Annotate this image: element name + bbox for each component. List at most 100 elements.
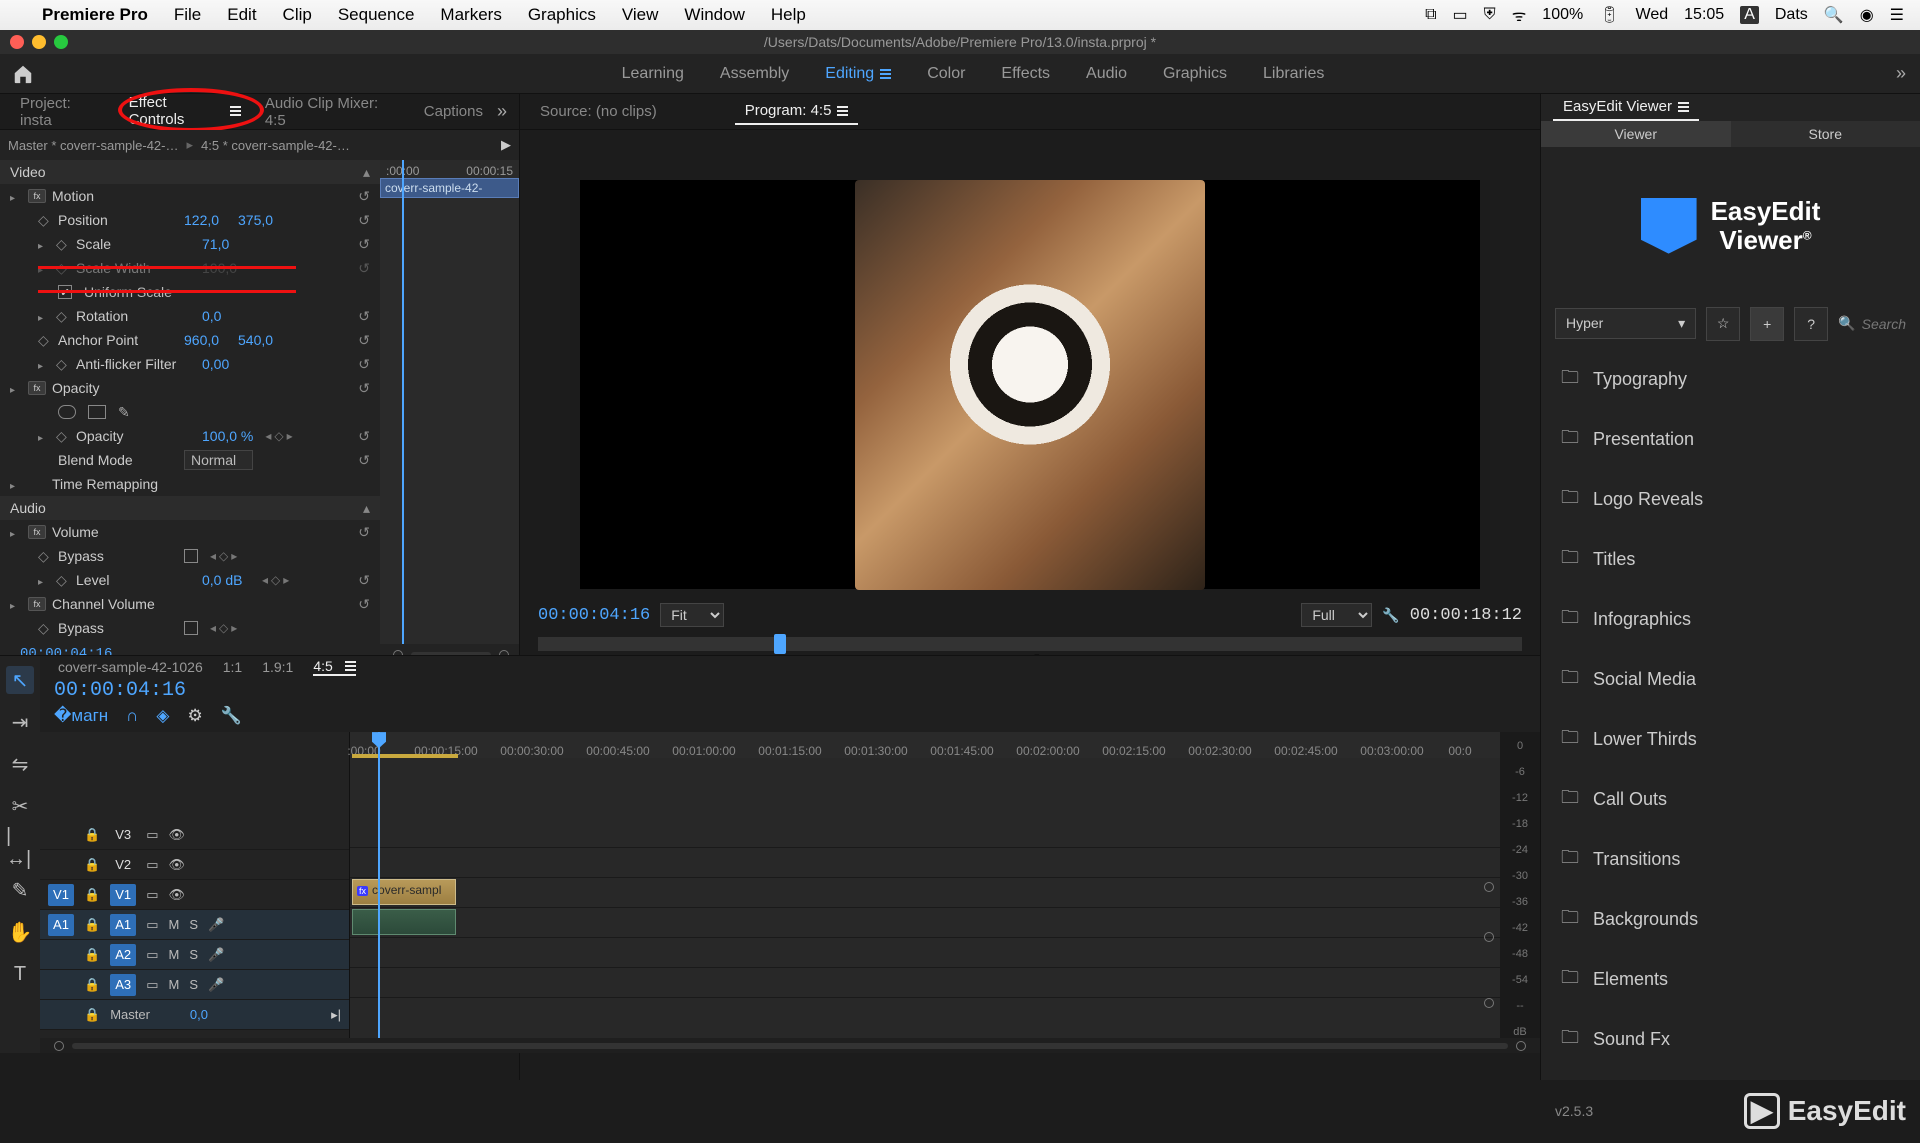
keyboard-lang[interactable]: A bbox=[1740, 6, 1759, 24]
cat-elements[interactable]: 🗀Elements bbox=[1555, 955, 1906, 1005]
bypass-checkbox[interactable] bbox=[184, 549, 198, 563]
twirl-icon[interactable] bbox=[38, 236, 50, 252]
sequence-tab-ratio[interactable]: 1.9:1 bbox=[262, 659, 293, 675]
reset-icon[interactable]: ↺ bbox=[358, 524, 370, 541]
menu-clip[interactable]: Clip bbox=[283, 5, 312, 25]
opacity-value[interactable]: 100,0 % bbox=[202, 428, 253, 444]
rotation-value[interactable]: 0,0 bbox=[202, 308, 250, 324]
hamburger-icon[interactable] bbox=[837, 106, 848, 116]
cat-sound-fx[interactable]: 🗀Sound Fx bbox=[1555, 1015, 1906, 1065]
settings-icon[interactable]: ⚙ bbox=[187, 706, 202, 726]
twirl-icon[interactable] bbox=[38, 308, 50, 324]
reset-icon[interactable]: ↺ bbox=[358, 428, 370, 445]
lock-icon[interactable]: 🔒 bbox=[84, 917, 100, 933]
uniform-scale-checkbox[interactable]: ✔ bbox=[58, 285, 72, 299]
twirl-icon[interactable] bbox=[38, 572, 50, 588]
twirl-icon[interactable] bbox=[10, 476, 22, 492]
lock-icon[interactable]: 🔒 bbox=[84, 947, 100, 963]
workspace-overflow-icon[interactable]: » bbox=[1896, 63, 1908, 84]
menu-file[interactable]: File bbox=[174, 5, 201, 25]
eye-icon[interactable]: 👁 bbox=[168, 857, 185, 873]
tab-easyedit-viewer[interactable]: EasyEdit Viewer bbox=[1553, 94, 1699, 121]
track-a1[interactable]: A1 bbox=[110, 914, 136, 936]
home-icon[interactable] bbox=[12, 63, 34, 85]
workspace-color[interactable]: Color bbox=[913, 59, 979, 89]
menu-view[interactable]: View bbox=[622, 5, 659, 25]
toggle-output-icon[interactable]: ▭ bbox=[146, 887, 158, 903]
track-v3[interactable]: V3 bbox=[110, 824, 136, 846]
twirl-icon[interactable] bbox=[38, 428, 50, 444]
twirl-icon[interactable] bbox=[38, 260, 50, 276]
program-view[interactable] bbox=[580, 180, 1480, 589]
hand-tool-icon[interactable]: ✋ bbox=[6, 918, 34, 946]
reset-icon[interactable]: ↺ bbox=[358, 596, 370, 613]
maximize-icon[interactable] bbox=[54, 35, 68, 49]
stopwatch-icon[interactable]: ◇ bbox=[38, 332, 52, 349]
workspace-editing[interactable]: Editing bbox=[811, 59, 905, 89]
track-select-tool-icon[interactable]: ⇥ bbox=[6, 708, 34, 736]
stopwatch-icon[interactable]: ◇ bbox=[56, 428, 70, 445]
toggle-output-icon[interactable]: ▭ bbox=[146, 827, 158, 843]
twirl-icon[interactable] bbox=[10, 188, 22, 204]
reset-icon[interactable]: ↺ bbox=[358, 308, 370, 325]
cat-transitions[interactable]: 🗀Transitions bbox=[1555, 835, 1906, 885]
workspace-graphics[interactable]: Graphics bbox=[1149, 59, 1241, 89]
menu-edit[interactable]: Edit bbox=[227, 5, 256, 25]
zoom-handle-icon[interactable] bbox=[54, 1041, 64, 1051]
favorite-icon[interactable]: ☆ bbox=[1706, 307, 1740, 341]
lock-icon[interactable]: 🔒 bbox=[84, 1007, 100, 1023]
tab-audio-clip-mixer[interactable]: Audio Clip Mixer: 4:5 bbox=[255, 91, 410, 133]
timeline-tracks[interactable]: :00:00 00:00:15:00 00:00:30:00 00:00:45:… bbox=[350, 732, 1500, 1038]
timeline-playhead[interactable] bbox=[378, 732, 380, 1038]
minimize-icon[interactable] bbox=[32, 35, 46, 49]
source-v1[interactable]: V1 bbox=[48, 884, 74, 906]
eye-icon[interactable]: 👁 bbox=[168, 827, 185, 843]
cat-call-outs[interactable]: 🗀Call Outs bbox=[1555, 775, 1906, 825]
cat-titles[interactable]: 🗀Titles bbox=[1555, 535, 1906, 585]
toggle-output-icon[interactable]: ▭ bbox=[146, 857, 158, 873]
hamburger-icon[interactable] bbox=[345, 661, 356, 671]
fx-badge[interactable]: fx bbox=[28, 381, 46, 395]
mask-ellipse-icon[interactable] bbox=[58, 405, 76, 419]
tab-captions[interactable]: Captions bbox=[414, 99, 493, 124]
sequence-tab[interactable]: coverr-sample-42-1026 bbox=[58, 659, 203, 675]
mask-pen-icon[interactable]: ✎ bbox=[118, 404, 130, 421]
track-a2[interactable]: A2 bbox=[110, 944, 136, 966]
twirl-icon[interactable] bbox=[10, 380, 22, 396]
anchor-x[interactable]: 960,0 bbox=[184, 332, 232, 348]
stopwatch-icon[interactable]: ◇ bbox=[38, 548, 52, 565]
linked-selection-icon[interactable]: ∩ bbox=[126, 706, 138, 726]
eye-icon[interactable]: 👁 bbox=[168, 887, 185, 903]
panel-overflow-icon[interactable]: » bbox=[497, 101, 509, 122]
play-icon[interactable]: ▶ bbox=[501, 137, 511, 153]
type-tool-icon[interactable]: T bbox=[6, 960, 34, 988]
tab-source[interactable]: Source: (no clips) bbox=[530, 99, 667, 124]
ripple-tool-icon[interactable]: ⇋ bbox=[6, 750, 34, 778]
notif-icon[interactable]: ☰ bbox=[1890, 5, 1904, 25]
next-kf-icon[interactable]: ▸ bbox=[287, 429, 293, 443]
menu-sequence[interactable]: Sequence bbox=[338, 5, 415, 25]
screenrec-icon[interactable]: ⧉ bbox=[1425, 6, 1436, 24]
spotlight-icon[interactable]: 🔍 bbox=[1824, 5, 1844, 25]
menu-window[interactable]: Window bbox=[684, 5, 744, 25]
clock-day[interactable]: Wed bbox=[1636, 6, 1669, 24]
toggle-output-icon[interactable]: ▭ bbox=[146, 947, 158, 963]
tab-project[interactable]: Project: insta bbox=[10, 91, 115, 133]
workspace-assembly[interactable]: Assembly bbox=[706, 59, 803, 89]
reset-icon[interactable]: ↺ bbox=[358, 572, 370, 589]
collapse-icon[interactable]: ▴ bbox=[363, 164, 370, 181]
timeline-zoom-slider[interactable] bbox=[72, 1043, 1508, 1049]
stopwatch-icon[interactable]: ◇ bbox=[38, 212, 52, 229]
fx-badge[interactable]: fx bbox=[28, 189, 46, 203]
fx-badge[interactable]: fx bbox=[28, 525, 46, 539]
reset-icon[interactable]: ↺ bbox=[358, 644, 370, 645]
track-v2[interactable]: V2 bbox=[110, 854, 136, 876]
anchor-y[interactable]: 540,0 bbox=[238, 332, 286, 348]
menu-graphics[interactable]: Graphics bbox=[528, 5, 596, 25]
wrench-icon[interactable]: 🔧 bbox=[1382, 607, 1399, 624]
reset-icon[interactable]: ↺ bbox=[358, 212, 370, 229]
stopwatch-icon[interactable]: ◇ bbox=[38, 620, 52, 637]
track-a3[interactable]: A3 bbox=[110, 974, 136, 996]
stopwatch-icon[interactable]: ◇ bbox=[56, 308, 70, 325]
video-clip[interactable]: fxcoverr-sampl bbox=[352, 879, 456, 905]
